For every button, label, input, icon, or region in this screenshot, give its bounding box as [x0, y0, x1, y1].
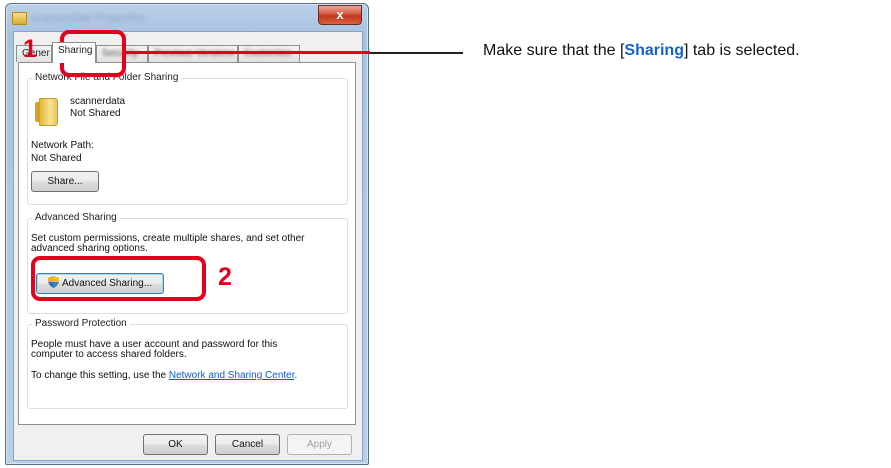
- advanced-sharing-legend: Advanced Sharing: [32, 212, 120, 223]
- password-protection-prefix: To change this setting, use the: [31, 370, 169, 381]
- window-title: scannerdata Properties: [31, 12, 145, 24]
- network-sharing-center-link[interactable]: Network and Sharing Center: [169, 370, 295, 381]
- share-button[interactable]: Share...: [31, 171, 99, 192]
- instruction-text: Make sure that the [Sharing] tab is sele…: [483, 42, 800, 60]
- close-button[interactable]: x: [318, 5, 362, 25]
- password-protection-text-2: computer to access shared folders.: [31, 349, 187, 360]
- properties-window: scannerdata Properties x Gener Sharing S…: [5, 3, 369, 465]
- apply-button: Apply: [287, 434, 352, 455]
- callout-leader-line: [370, 52, 463, 54]
- network-sharing-group: Network File and Folder Sharing scannerd…: [27, 72, 348, 205]
- advanced-sharing-description-2: advanced sharing options.: [31, 243, 148, 254]
- dialog-client: Gener Sharing Security Previous Versions…: [13, 31, 363, 461]
- callout-leader-red: [126, 51, 370, 54]
- folder-status: Not Shared: [70, 108, 121, 119]
- network-path-label: Network Path:: [31, 140, 94, 151]
- tab-sharing[interactable]: Sharing: [52, 42, 96, 63]
- password-protection-text-3: To change this setting, use the Network …: [31, 370, 297, 381]
- advanced-sharing-highlight: [31, 256, 206, 301]
- title-bar[interactable]: scannerdata Properties x: [6, 4, 368, 30]
- cancel-button[interactable]: Cancel: [215, 434, 280, 455]
- network-path-value: Not Shared: [31, 153, 82, 164]
- password-protection-legend: Password Protection: [32, 318, 130, 329]
- step-2-number: 2: [218, 263, 232, 291]
- step-1-number: 1: [23, 35, 37, 63]
- tab-sharing-label: Sharing: [58, 45, 93, 56]
- password-protection-suffix: .: [294, 370, 298, 381]
- password-protection-group: Password Protection People must have a u…: [27, 318, 348, 409]
- folder-name: scannerdata: [70, 96, 126, 107]
- ok-button[interactable]: OK: [143, 434, 208, 455]
- instruction-keyword: Sharing: [624, 42, 684, 59]
- sharing-tab-panel: Network File and Folder Sharing scannerd…: [18, 62, 356, 425]
- instruction-suffix: ] tab is selected.: [683, 42, 800, 59]
- folder-icon: [35, 98, 58, 126]
- folder-icon: [12, 12, 27, 25]
- instruction-prefix: Make sure that the [: [483, 42, 625, 59]
